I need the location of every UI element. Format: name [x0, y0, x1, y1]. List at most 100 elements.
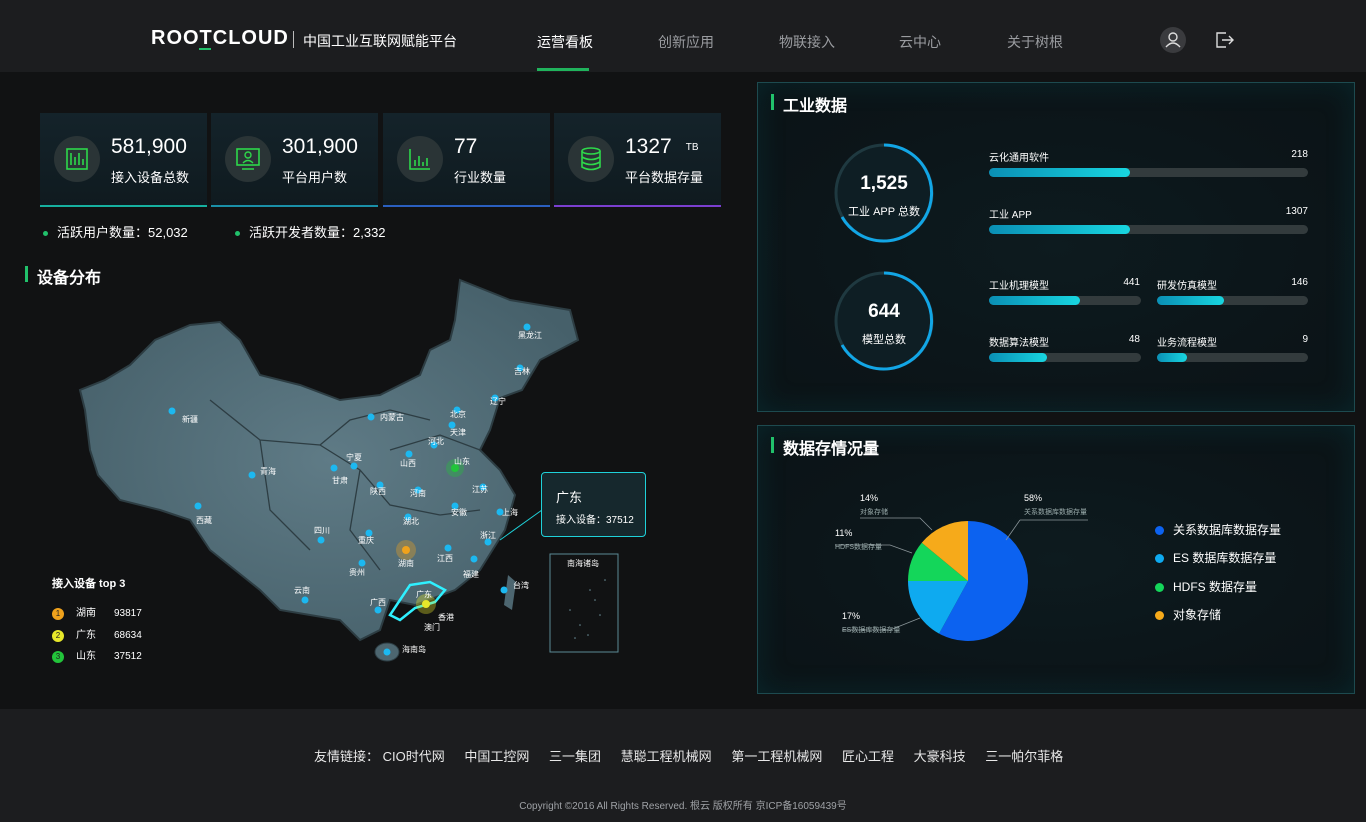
svg-text:甘肃: 甘肃 [332, 475, 348, 485]
kpi-underline [40, 205, 207, 207]
bar-track [989, 296, 1141, 305]
legend-relational-db[interactable]: 关系数据库数据存量 [1155, 521, 1281, 538]
pie-slice-name: 关系数据库数据存量 [1024, 509, 1087, 516]
nav-dashboard[interactable]: 运营看板 [537, 32, 593, 52]
nav-cloud-center[interactable]: 云中心 [899, 32, 941, 52]
svg-text:湖北: 湖北 [403, 517, 419, 526]
svg-text:澳门: 澳门 [424, 622, 440, 632]
footer-link[interactable]: 匠心工程 [842, 749, 894, 764]
bar-fill [989, 168, 1130, 177]
model-total-value: 644 [868, 301, 900, 322]
kpi-value: 77 [454, 135, 478, 158]
kpi-underline [383, 205, 550, 207]
tooltip-title: 广东 [556, 490, 583, 505]
legend-object-storage[interactable]: 对象存储 [1155, 606, 1221, 623]
bar-value: 441 [1123, 277, 1140, 288]
links-label: 友情链接： [314, 749, 380, 764]
svg-text:台湾: 台湾 [513, 580, 529, 590]
bar-label: 数据算法模型 [989, 338, 1049, 349]
bar-value: 146 [1291, 277, 1308, 288]
kpi-label: 接入设备总数 [111, 170, 190, 185]
storage-title: 数据存情况量 [771, 435, 879, 459]
active-users-stat: 活跃用户数量：52,032 [43, 222, 188, 241]
pie-pct-label: 58% [1024, 493, 1043, 503]
svg-text:河南: 河南 [410, 488, 426, 498]
svg-text:上海: 上海 [502, 507, 518, 517]
footer-link[interactable]: 第一工程机械网 [731, 749, 822, 764]
mainland-shape [78, 278, 580, 642]
footer-link[interactable]: CIO时代网 [383, 749, 445, 764]
user-monitor-icon [225, 136, 271, 182]
svg-text:云南: 云南 [294, 585, 310, 595]
svg-text:福建: 福建 [463, 569, 479, 579]
svg-text:广西: 广西 [370, 597, 386, 607]
svg-text:安徽: 安徽 [451, 507, 467, 517]
platform-subtitle: 中国工业互联网赋能平台 [303, 33, 457, 49]
app-total-label: 工业 APP 总数 [848, 206, 920, 218]
nav-iot[interactable]: 物联接入 [779, 32, 835, 52]
svg-text:青海: 青海 [260, 466, 276, 476]
legend-hdfs[interactable]: HDFS 数据存量 [1155, 578, 1257, 595]
top3-row: 2 广东 68634 [52, 626, 142, 642]
legend-es-db[interactable]: ES 数据库数据存量 [1155, 549, 1276, 566]
rank-badge: 2 [52, 630, 64, 642]
friend-links: 友情链接： CIO时代网 中国工控网 三一集团 慧聪工程机械网 第一工程机械网 … [314, 746, 1079, 765]
app-total-value: 1,525 [860, 173, 908, 194]
rank-badge: 1 [52, 608, 64, 620]
footer-link[interactable]: 中国工控网 [464, 749, 529, 764]
svg-text:贵州: 贵州 [349, 567, 365, 577]
pie-leader-lines [835, 517, 1088, 631]
svg-text:黑龙江: 黑龙江 [518, 330, 542, 340]
svg-text:广东: 广东 [416, 589, 432, 599]
bar-label: 研发仿真模型 [1157, 281, 1217, 292]
kpi-value: 581,900 [111, 135, 187, 158]
south-sea-islands [569, 579, 606, 639]
pie-slice-name: 对象存储 [860, 509, 888, 516]
nav-about[interactable]: 关于树根 [1007, 32, 1063, 52]
marker-hunan[interactable] [402, 546, 410, 554]
svg-text:内蒙古: 内蒙古 [380, 412, 404, 422]
kpi-label: 行业数量 [454, 170, 507, 185]
bar-track [1157, 296, 1308, 305]
footer-link[interactable]: 三一帕尔菲格 [985, 749, 1063, 764]
marker-guangdong[interactable] [422, 600, 430, 608]
copyright: Copyright ©2016 All Rights Reserved. 根云 … [519, 801, 847, 812]
bar-track [989, 225, 1308, 234]
pie-slice-name: ES数据库数据存量 [842, 627, 901, 634]
user-icon[interactable] [1160, 27, 1186, 53]
bar-value: 1307 [1285, 206, 1308, 217]
model-total-label: 模型总数 [862, 334, 906, 346]
top3-row: 3 山东 37512 [52, 647, 142, 663]
svg-text:北京: 北京 [450, 409, 466, 419]
bar-label: 业务流程模型 [1157, 338, 1217, 349]
china-map[interactable]: 黑龙江 吉林 辽宁 北京 天津 河北 内蒙古 新疆 青海 甘肃 宁夏 山西 山东… [60, 270, 660, 670]
industry-chart-icon [397, 136, 443, 182]
svg-text:新疆: 新疆 [182, 414, 198, 424]
footer-link[interactable]: 三一集团 [549, 749, 601, 764]
logo[interactable]: ROOTCLOUD [151, 27, 289, 50]
industrial-data-title: 工业数据 [771, 92, 847, 116]
bar-fill [989, 225, 1130, 234]
bar-label: 工业机理模型 [989, 281, 1049, 292]
svg-text:江西: 江西 [437, 554, 453, 563]
svg-text:香港: 香港 [438, 612, 454, 622]
kpi-card-users: 301,900 平台用户数 [211, 113, 378, 207]
top3-row: 1 湖南 93817 [52, 604, 142, 620]
logout-icon[interactable] [1212, 27, 1238, 53]
svg-text:山西: 山西 [400, 458, 416, 468]
bar-track [989, 353, 1141, 362]
south-sea-label: 南海诸岛 [567, 558, 599, 568]
kpi-underline [211, 205, 378, 207]
pie-pct-label: 17% [842, 611, 861, 621]
nav-innovation[interactable]: 创新应用 [658, 32, 714, 52]
svg-text:浙江: 浙江 [480, 530, 496, 540]
bar-label: 云化通用软件 [989, 153, 1049, 164]
svg-text:宁夏: 宁夏 [346, 452, 362, 462]
footer-link[interactable]: 慧聪工程机械网 [621, 749, 712, 764]
logo-separator [293, 31, 294, 48]
svg-text:陕西: 陕西 [370, 486, 386, 496]
bar-fill [989, 353, 1047, 362]
kpi-value: 1327 TB [625, 135, 699, 158]
footer-link[interactable]: 大豪科技 [914, 749, 966, 764]
kpi-card-devices: 581,900 接入设备总数 [40, 113, 207, 207]
